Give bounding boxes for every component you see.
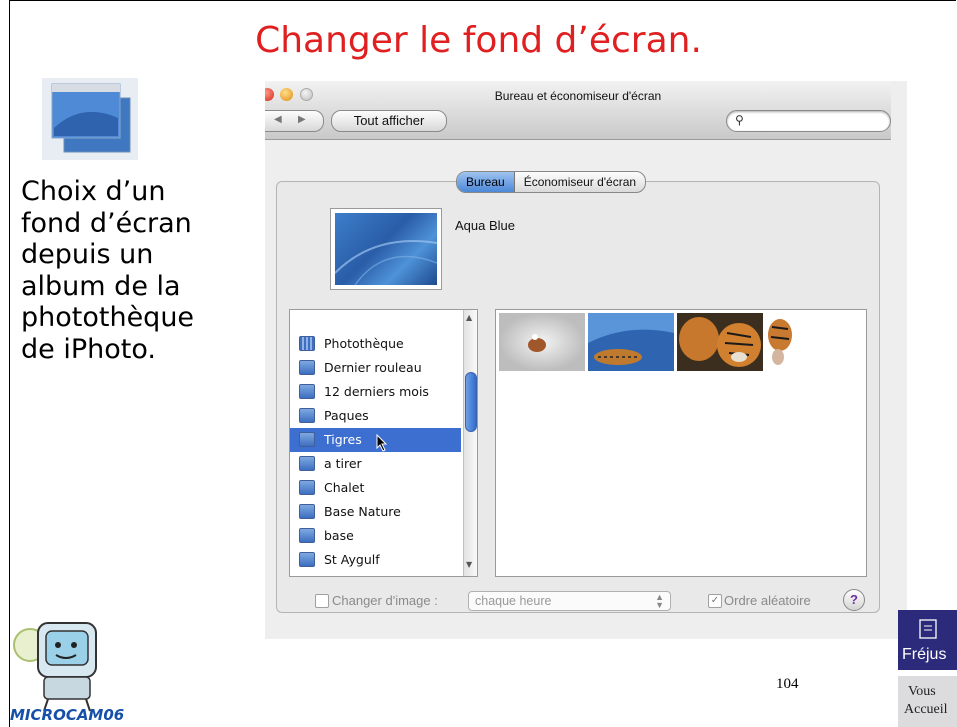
help-button[interactable]: ? bbox=[843, 589, 865, 611]
frejus-logo: Fréjus Vous Accueil bbox=[898, 610, 957, 727]
scroll-up-arrow-icon[interactable]: ▲ bbox=[466, 313, 472, 322]
album-icon bbox=[299, 384, 315, 399]
album-list-scrollbar[interactable]: ▲ ▼ bbox=[463, 310, 477, 576]
list-item[interactable]: a tirer bbox=[290, 452, 461, 476]
frejus-emblem-icon bbox=[919, 619, 937, 639]
list-item[interactable]: Chalet bbox=[290, 476, 461, 500]
change-image-label: Changer d'image : bbox=[332, 593, 438, 608]
image-thumbnails bbox=[495, 309, 867, 577]
scrollbar-thumb[interactable] bbox=[465, 372, 477, 432]
show-all-button[interactable]: Tout afficher bbox=[331, 110, 447, 132]
tab-desktop[interactable]: Bureau bbox=[457, 172, 515, 192]
album-icon bbox=[299, 552, 315, 567]
list-item[interactable]: St Aygulf bbox=[290, 548, 461, 572]
list-item[interactable]: Base Nature bbox=[290, 500, 461, 524]
prefs-window: Bureau et économiseur d'écran ◀ ▶ Tout a… bbox=[265, 81, 907, 639]
slide-description: Choix d’un fond d’écran depuis un album … bbox=[21, 176, 195, 365]
list-item[interactable]: Dernier rouleau bbox=[290, 356, 461, 380]
list-item-selected[interactable]: Tigres bbox=[290, 428, 461, 452]
album-icon bbox=[299, 528, 315, 543]
bottom-options: Changer d'image : chaque heure ▲ ▼ ✓ Ordr… bbox=[315, 589, 875, 611]
slide-title: Changer le fond d’écran. bbox=[255, 20, 702, 61]
scroll-down-arrow-icon[interactable]: ▼ bbox=[466, 560, 472, 569]
album-icon bbox=[299, 456, 315, 471]
tab-bar: Bureau Économiseur d'écran bbox=[456, 171, 647, 193]
back-forward-control[interactable]: ◀ ▶ bbox=[265, 110, 324, 132]
search-icon: ⚲ bbox=[735, 113, 744, 127]
forward-arrow-icon[interactable]: ▶ bbox=[298, 114, 306, 125]
library-icon bbox=[299, 336, 315, 351]
list-item[interactable]: Paques bbox=[290, 404, 461, 428]
thumbnail-tiger-on-blue[interactable] bbox=[588, 313, 674, 371]
random-order-label: Ordre aléatoire bbox=[724, 593, 811, 608]
change-image-checkbox[interactable] bbox=[315, 594, 329, 608]
interval-select[interactable]: chaque heure ▲ ▼ bbox=[468, 591, 671, 611]
search-field[interactable]: ⚲ bbox=[726, 110, 891, 132]
tab-screensaver[interactable]: Économiseur d'écran bbox=[515, 172, 645, 192]
list-item[interactable]: 12 derniers mois bbox=[290, 380, 461, 404]
album-icon bbox=[299, 360, 315, 375]
stepper-arrows-icon: ▲ ▼ bbox=[655, 592, 664, 610]
current-wallpaper-preview[interactable] bbox=[330, 208, 442, 290]
thumbnail-tiger-sketch[interactable] bbox=[499, 313, 585, 371]
desktop-prefs-icon bbox=[42, 78, 138, 160]
frejus-name: Fréjus bbox=[902, 646, 947, 663]
window-title: Bureau et économiseur d'écran bbox=[494, 89, 662, 103]
microcam-logo-text: MICROCAM06 bbox=[10, 706, 125, 724]
window-toolbar: Bureau et économiseur d'écran ◀ ▶ Tout a… bbox=[265, 81, 891, 140]
album-icon bbox=[299, 432, 315, 447]
frejus-tagline-1: Vous bbox=[908, 684, 936, 699]
album-icon bbox=[299, 504, 315, 519]
frejus-tagline-2: Accueil bbox=[904, 702, 948, 717]
list-item[interactable]: Photothèque bbox=[290, 332, 461, 356]
thumbnail-tiger-face[interactable] bbox=[677, 313, 763, 371]
mouse-pointer-icon bbox=[376, 434, 388, 452]
wallpaper-name: Aqua Blue bbox=[455, 218, 515, 233]
list-item[interactable]: base bbox=[290, 524, 461, 548]
album-icon bbox=[299, 408, 315, 423]
album-list[interactable]: Photothèque Dernier rouleau 12 derniers … bbox=[289, 309, 478, 577]
wallpaper-image bbox=[335, 213, 437, 285]
thumbnail-tiger-partial[interactable] bbox=[766, 313, 806, 371]
page-number: 104 bbox=[776, 676, 799, 692]
back-arrow-icon[interactable]: ◀ bbox=[274, 114, 282, 125]
album-icon bbox=[299, 480, 315, 495]
random-order-checkbox[interactable]: ✓ bbox=[708, 594, 722, 608]
